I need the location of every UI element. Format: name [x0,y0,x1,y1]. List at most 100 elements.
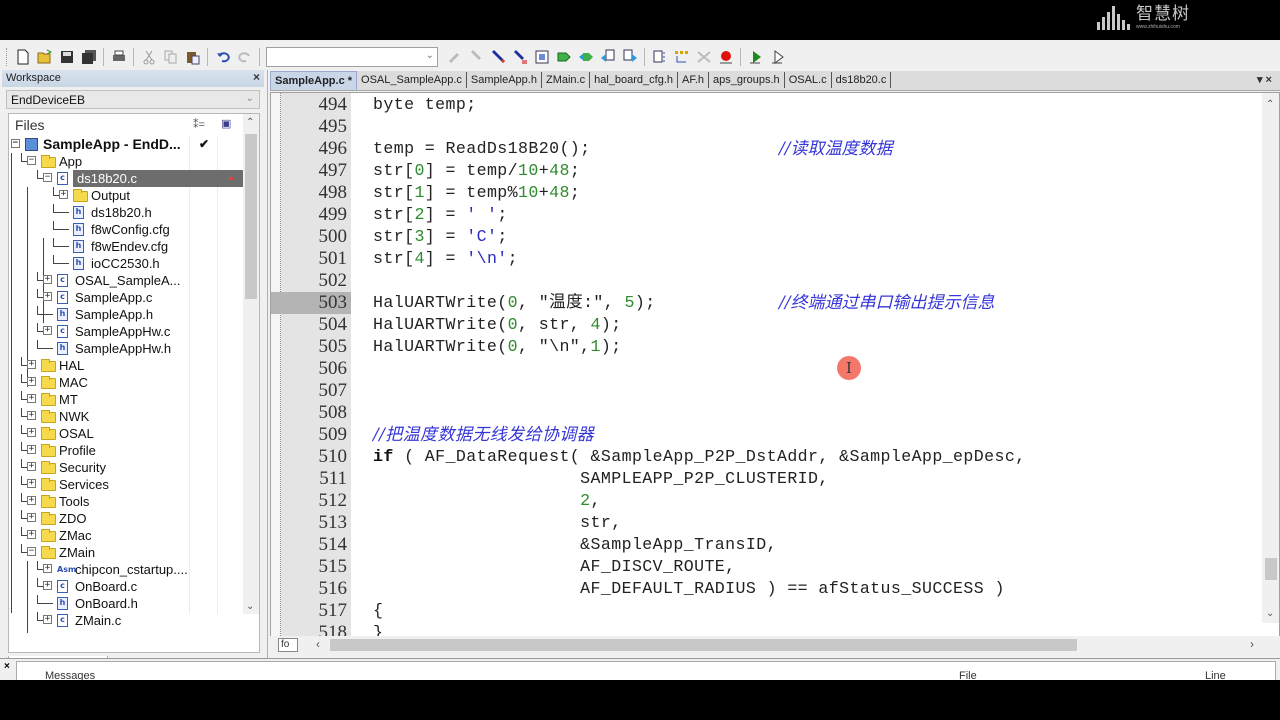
navigate-forward-button[interactable] [553,47,574,68]
tree-item[interactable]: h SampleApp.h [9,306,245,323]
tree-item[interactable]: + c OnBoard.c [9,578,245,595]
scrollbar-thumb[interactable] [1265,558,1277,580]
tree-item[interactable]: + NWK [9,408,245,425]
expand-icon[interactable]: + [27,360,36,369]
expand-icon[interactable]: + [27,462,36,471]
tree-item[interactable]: + c SampleAppHw.c [9,323,245,340]
tree-item[interactable]: + Services [9,476,245,493]
expand-icon[interactable]: + [27,530,36,539]
build-status-column-icon[interactable]: ⁑= [193,118,205,131]
expand-icon[interactable]: + [27,496,36,505]
code-line[interactable]: 515 AF_DISCV_ROUTE, [271,556,1266,578]
redo-button[interactable] [234,47,255,68]
code-line[interactable]: 496 temp = ReadDs18B20(); //读取温度数据 [271,138,1266,160]
next-bookmark-button[interactable] [465,47,486,68]
code-line[interactable]: 518} [271,622,1266,636]
code-line[interactable]: 501 str[4] = '\n'; [271,248,1266,270]
tree-item[interactable]: − App [9,153,245,170]
tree-item[interactable]: − c ds18b20.c [9,170,245,187]
code-line[interactable]: 510 if ( AF_DataRequest( &SampleApp_P2P_D… [271,446,1266,468]
editor-tab[interactable]: SampleApp.c * [270,71,358,90]
save-all-button[interactable] [78,47,99,68]
find-in-files-button[interactable] [597,47,618,68]
expand-icon[interactable]: + [43,615,52,624]
debug-without-download-button[interactable] [767,47,788,68]
tree-item[interactable]: + Tools [9,493,245,510]
code-line[interactable]: 498 str[1] = temp%10+48; [271,182,1266,204]
expand-icon[interactable]: + [27,394,36,403]
toggle-breakpoint-red-button[interactable] [715,47,736,68]
tree-item[interactable]: + Profile [9,442,245,459]
expand-icon[interactable]: + [27,445,36,454]
expand-icon[interactable]: + [27,411,36,420]
workspace-close-icon[interactable]: × [253,70,260,84]
function-navigator[interactable]: fo [278,638,298,652]
collapse-icon[interactable]: − [27,156,36,165]
make-button[interactable] [671,47,692,68]
chevron-up-icon[interactable]: ⌃ [1266,99,1274,110]
tree-item[interactable]: h f8wConfig.cfg [9,221,245,238]
editor-tab[interactable]: ds18b20.c [832,72,892,88]
tree-item[interactable]: h ioCC2530.h [9,255,245,272]
tree-item[interactable]: + Output [9,187,245,204]
print-button[interactable] [108,47,129,68]
code-line[interactable]: 516 AF_DEFAULT_RADIUS ) == afStatus_SUCC… [271,578,1266,600]
editor-tab[interactable]: ZMain.c [542,72,591,88]
code-line[interactable]: 506 [271,358,1266,380]
expand-icon[interactable]: + [43,581,52,590]
cut-button[interactable] [138,47,159,68]
collapse-icon[interactable]: − [27,547,36,556]
editor-horizontal-scrollbar[interactable]: fo ‹ › [270,636,1280,654]
chevron-down-icon[interactable]: ⌄ [1266,608,1274,619]
tree-item[interactable]: − SampleApp - EndD... ✔ [9,136,245,153]
download-and-debug-button[interactable] [745,47,766,68]
code-line[interactable]: 511 SAMPLEAPP_P2P_CLUSTERID, [271,468,1266,490]
code-line[interactable]: 495 [271,116,1266,138]
expand-icon[interactable]: + [43,275,52,284]
go-to-breakpoint-button[interactable] [509,47,530,68]
tree-item[interactable]: + MAC [9,374,245,391]
save-button[interactable] [56,47,77,68]
toggle-breakpoint-button[interactable] [487,47,508,68]
code-line[interactable]: 499 str[2] = ' '; [271,204,1266,226]
code-line[interactable]: 517 { [271,600,1266,622]
tree-item[interactable]: + Asm chipcon_cstartup.... [9,561,245,578]
open-button[interactable] [34,47,55,68]
compile-button[interactable] [649,47,670,68]
tree-item[interactable]: + c OSAL_SampleA... [9,272,245,289]
tree-item[interactable]: + OSAL [9,425,245,442]
tree-item[interactable]: + c ZMain.c [9,612,245,629]
replace-in-files-button[interactable] [619,47,640,68]
toggle-bookmark-button[interactable] [443,47,464,68]
tree-item[interactable]: − ZMain [9,544,245,561]
copy-button[interactable] [160,47,181,68]
expand-icon[interactable]: + [59,190,68,199]
tree-item[interactable]: h OnBoard.h [9,595,245,612]
find-combo[interactable]: ⌄ [266,47,438,67]
editor-vertical-scrollbar[interactable]: ⌃ ⌄ [1262,93,1279,623]
browse-button[interactable] [531,47,552,68]
tree-item[interactable]: + MT [9,391,245,408]
code-line[interactable]: 500 str[3] = 'C'; [271,226,1266,248]
editor-tab[interactable]: AF.h [678,72,710,88]
paste-button[interactable] [182,47,203,68]
editor-tab[interactable]: hal_board_cfg.h [590,72,678,88]
code-line[interactable]: 512 2, [271,490,1266,512]
scrollbar-thumb[interactable] [330,639,1077,651]
expand-icon[interactable]: + [27,377,36,386]
collapse-icon[interactable]: − [11,139,20,148]
stop-build-button[interactable] [693,47,714,68]
chevron-up-icon[interactable]: ⌃ [246,117,254,128]
code-line[interactable]: 509 //把温度数据无线发给协调器 [271,424,1266,446]
file-options-column-icon[interactable]: ▣ [221,117,231,130]
tree-item[interactable]: h f8wEndev.cfg [9,238,245,255]
editor-tab[interactable]: SampleApp.h [467,72,542,88]
expand-icon[interactable]: + [27,428,36,437]
tree-item[interactable]: + c SampleApp.c [9,289,245,306]
code-line[interactable]: 504 HalUARTWrite(0, str, 4); [271,314,1266,336]
code-line[interactable]: 494 byte temp; [271,94,1266,116]
editor-tab[interactable]: OSAL.c [785,72,832,88]
tree-item[interactable]: h SampleAppHw.h [9,340,245,357]
code-line[interactable]: 514 &SampleApp_TransID, [271,534,1266,556]
expand-icon[interactable]: + [27,513,36,522]
